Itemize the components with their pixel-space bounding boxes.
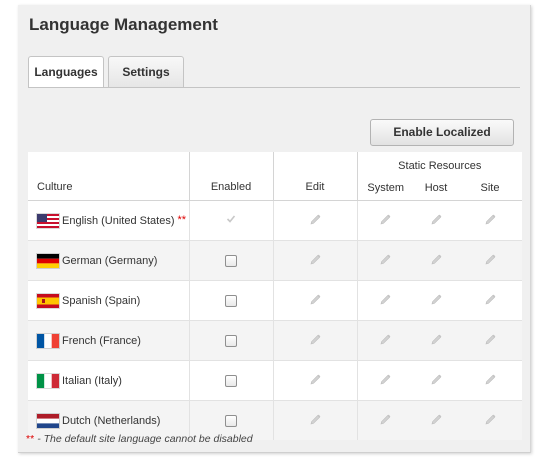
system-pencil-icon[interactable]: [380, 414, 391, 428]
column-header-enabled: Enabled: [189, 152, 274, 201]
footnote-text: - The default site language cannot be di…: [37, 433, 253, 445]
system-cell: [357, 200, 414, 241]
de-flag-icon: [37, 253, 59, 268]
site-cell: [458, 280, 522, 321]
enabled-cell: [189, 280, 274, 321]
edit-cell: [273, 360, 358, 401]
edit-pencil-icon[interactable]: [310, 414, 321, 428]
edit-cell: [273, 400, 358, 440]
system-pencil-icon[interactable]: [380, 334, 391, 348]
fr-flag-icon: [37, 333, 59, 348]
enabled-cell: [189, 200, 274, 241]
system-pencil-icon[interactable]: [380, 214, 391, 228]
edit-pencil-icon[interactable]: [310, 334, 321, 348]
enabled-checkbox[interactable]: [225, 294, 237, 307]
system-cell: [357, 360, 414, 401]
edit-pencil-icon[interactable]: [310, 254, 321, 268]
host-cell: [414, 280, 458, 321]
culture-cell: German (Germany): [28, 240, 190, 281]
nl-flag-icon: [37, 413, 59, 428]
host-cell: [414, 360, 458, 401]
host-pencil-icon[interactable]: [431, 254, 442, 268]
system-cell: [357, 280, 414, 321]
host-pencil-icon[interactable]: [431, 374, 442, 388]
host-pencil-icon[interactable]: [431, 334, 442, 348]
host-cell: [414, 240, 458, 281]
edit-cell: [273, 240, 358, 281]
system-pencil-icon[interactable]: [380, 254, 391, 268]
languages-table: Culture Enabled Edit Static Resources Sy…: [28, 152, 522, 440]
host-cell: [414, 400, 458, 440]
enabled-cell: [189, 240, 274, 281]
culture-cell: Italian (Italy): [28, 360, 190, 401]
enabled-cell: [189, 320, 274, 361]
culture-name: German (Germany): [62, 254, 158, 267]
column-header-edit: Edit: [273, 152, 358, 201]
column-header-system: System: [357, 176, 414, 201]
enabled-cell: [189, 360, 274, 401]
site-pencil-icon[interactable]: [485, 414, 496, 428]
site-pencil-icon[interactable]: [485, 254, 496, 268]
column-header-site: Site: [458, 176, 522, 201]
host-pencil-icon[interactable]: [431, 214, 442, 228]
site-cell: [458, 200, 522, 241]
culture-cell: Spanish (Spain): [28, 280, 190, 321]
system-pencil-icon[interactable]: [380, 374, 391, 388]
table-row: Spanish (Spain): [28, 280, 522, 321]
site-cell: [458, 360, 522, 401]
column-header-host: Host: [414, 176, 458, 201]
us-flag-icon: [37, 213, 59, 228]
column-header-culture: Culture: [28, 152, 190, 201]
es-flag-icon: [37, 293, 59, 308]
enabled-checkbox[interactable]: [225, 414, 237, 427]
culture-cell: French (France): [28, 320, 190, 361]
checkmark-icon: [226, 214, 236, 227]
edit-pencil-icon[interactable]: [310, 214, 321, 228]
site-pencil-icon[interactable]: [485, 214, 496, 228]
default-language-marker: **: [177, 214, 187, 227]
culture-name: Italian (Italy): [62, 374, 122, 387]
site-pencil-icon[interactable]: [485, 294, 496, 308]
culture-name: English (United States): [62, 214, 175, 227]
enable-localized-content-button[interactable]: Enable Localized Content: [370, 119, 514, 164]
system-cell: [357, 320, 414, 361]
table-row: Italian (Italy): [28, 360, 522, 401]
culture-name: Spanish (Spain): [62, 294, 141, 307]
site-cell: [458, 320, 522, 361]
host-pencil-icon[interactable]: [431, 294, 442, 308]
culture-cell: English (United States) **: [28, 200, 190, 241]
edit-pencil-icon[interactable]: [310, 374, 321, 388]
edit-pencil-icon[interactable]: [310, 294, 321, 308]
footnote-marker: **: [26, 433, 35, 445]
tab-languages[interactable]: Languages: [28, 56, 104, 88]
edit-cell: [273, 320, 358, 361]
culture-name: French (France): [62, 334, 141, 347]
tab-settings[interactable]: Settings: [108, 56, 184, 88]
enabled-checkbox[interactable]: [225, 254, 237, 267]
enabled-checkbox[interactable]: [225, 334, 237, 347]
language-management-panel: Language Management Languages Settings E…: [18, 5, 531, 453]
host-cell: [414, 320, 458, 361]
enabled-checkbox[interactable]: [225, 374, 237, 387]
table-row: English (United States) **: [28, 200, 522, 241]
culture-name: Dutch (Netherlands): [62, 414, 161, 427]
system-pencil-icon[interactable]: [380, 294, 391, 308]
site-pencil-icon[interactable]: [485, 334, 496, 348]
it-flag-icon: [37, 373, 59, 388]
page-title: Language Management: [29, 15, 218, 34]
site-cell: [458, 240, 522, 281]
edit-cell: [273, 280, 358, 321]
footnote: ** - The default site language cannot be …: [26, 433, 253, 445]
column-group-static-resources: Static Resources: [357, 152, 522, 176]
system-cell: [357, 240, 414, 281]
site-cell: [458, 400, 522, 440]
site-pencil-icon[interactable]: [485, 374, 496, 388]
table-row: German (Germany): [28, 240, 522, 281]
system-cell: [357, 400, 414, 440]
host-cell: [414, 200, 458, 241]
host-pencil-icon[interactable]: [431, 414, 442, 428]
table-row: French (France): [28, 320, 522, 361]
tabs-divider: [28, 87, 520, 88]
edit-cell: [273, 200, 358, 241]
